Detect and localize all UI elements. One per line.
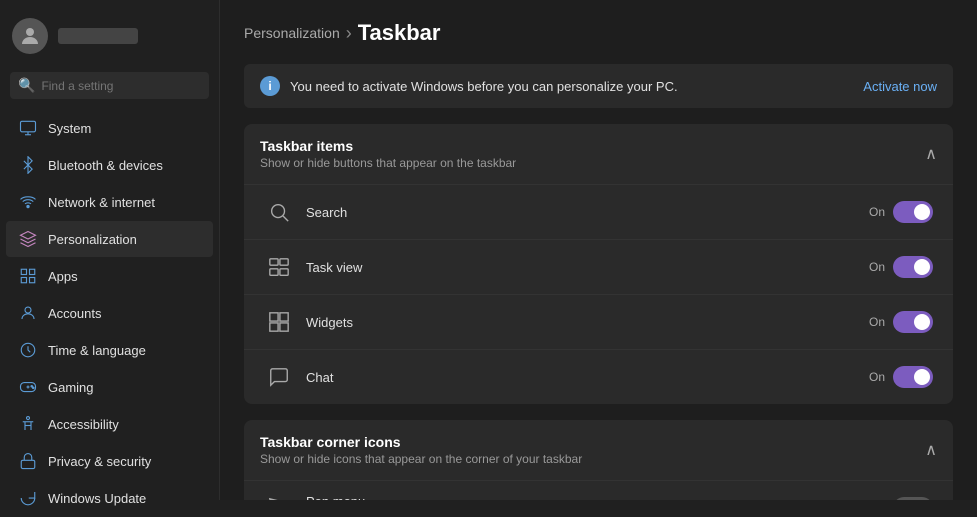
- banner-left: i You need to activate Windows before yo…: [260, 76, 678, 96]
- network-icon: [18, 192, 38, 212]
- gaming-icon: [18, 377, 38, 397]
- accessibility-icon: [18, 414, 38, 434]
- sidebar-item-label-accounts: Accounts: [48, 306, 101, 321]
- taskbar-items-subtitle: Show or hide buttons that appear on the …: [260, 156, 516, 170]
- widgets-toggle-knob: [914, 314, 930, 330]
- pen_menu-label-group: Pen menu Show pen menu icon when pen is …: [306, 494, 869, 501]
- taskbar-items-title-group: Taskbar items Show or hide buttons that …: [260, 138, 516, 170]
- search-toggle[interactable]: [893, 201, 933, 223]
- chat-label: Chat: [306, 370, 869, 385]
- sidebar-item-label-gaming: Gaming: [48, 380, 94, 395]
- sidebar-item-accounts[interactable]: Accounts: [6, 295, 213, 331]
- taskbar-corner-list: Pen menu Show pen menu icon when pen is …: [244, 481, 953, 500]
- widgets-toggle-state: On: [869, 315, 885, 329]
- chat-toggle[interactable]: [893, 366, 933, 388]
- taskbar-item-chat: Chat On: [244, 350, 953, 404]
- widgets-toggle-area: On: [869, 311, 933, 333]
- sidebar-item-label-network: Network & internet: [48, 195, 155, 210]
- taskbar-items-title: Taskbar items: [260, 138, 516, 154]
- user-profile: [0, 10, 219, 62]
- chat-toggle-area: On: [869, 366, 933, 388]
- page-title: Taskbar: [358, 20, 441, 46]
- sidebar-item-privacy[interactable]: Privacy & security: [6, 443, 213, 479]
- task_view-toggle-area: On: [869, 256, 933, 278]
- sidebar-item-update[interactable]: Windows Update: [6, 480, 213, 516]
- sidebar-item-label-privacy: Privacy & security: [48, 454, 151, 469]
- taskbar-corner-subtitle: Show or hide icons that appear on the co…: [260, 452, 582, 466]
- breadcrumb-parent[interactable]: Personalization: [244, 25, 340, 41]
- taskbar-corner-section: Taskbar corner icons Show or hide icons …: [244, 420, 953, 500]
- update-icon: [18, 488, 38, 508]
- activation-banner: i You need to activate Windows before yo…: [244, 64, 953, 108]
- search-icon: 🔍: [18, 77, 35, 94]
- sidebar-item-network[interactable]: Network & internet: [6, 184, 213, 220]
- pen_menu-icon: [264, 493, 294, 500]
- sidebar-item-label-accessibility: Accessibility: [48, 417, 119, 432]
- search-toggle-state: On: [869, 205, 885, 219]
- sidebar-item-label-bluetooth: Bluetooth & devices: [48, 158, 163, 173]
- sidebar-item-accessibility[interactable]: Accessibility: [6, 406, 213, 442]
- time-icon: [18, 340, 38, 360]
- corner-item-pen_menu: Pen menu Show pen menu icon when pen is …: [244, 481, 953, 500]
- task_view-label: Task view: [306, 260, 869, 275]
- widgets-label: Widgets: [306, 315, 869, 330]
- activate-now-button[interactable]: Activate now: [863, 79, 937, 94]
- sidebar: 🔍 System Bluetooth & devices Network & i…: [0, 0, 220, 500]
- username-placeholder: [58, 28, 138, 44]
- sidebar-item-system[interactable]: System: [6, 110, 213, 146]
- main-content: Personalization › Taskbar i You need to …: [220, 0, 977, 500]
- sidebar-item-label-personalization: Personalization: [48, 232, 137, 247]
- sidebar-item-bluetooth[interactable]: Bluetooth & devices: [6, 147, 213, 183]
- search-box[interactable]: 🔍: [10, 72, 209, 99]
- sidebar-item-personalization[interactable]: Personalization: [6, 221, 213, 257]
- sidebar-item-time[interactable]: Time & language: [6, 332, 213, 368]
- chat-icon: [264, 362, 294, 392]
- sidebar-item-label-apps: Apps: [48, 269, 78, 284]
- search-label: Search: [306, 205, 869, 220]
- taskbar-corner-title-group: Taskbar corner icons Show or hide icons …: [260, 434, 582, 466]
- pen_menu-label: Pen menu: [306, 494, 869, 501]
- task_view-toggle-state: On: [869, 260, 885, 274]
- system-icon: [18, 118, 38, 138]
- taskbar-corner-header: Taskbar corner icons Show or hide icons …: [244, 420, 953, 481]
- task_view-toggle[interactable]: [893, 256, 933, 278]
- taskbar-item-search: Search On: [244, 185, 953, 240]
- task_view-icon: [264, 252, 294, 282]
- activation-message: You need to activate Windows before you …: [290, 79, 678, 94]
- taskbar-items-collapse-button[interactable]: ∧: [925, 144, 937, 164]
- sidebar-item-gaming[interactable]: Gaming: [6, 369, 213, 405]
- taskbar-items-header: Taskbar items Show or hide buttons that …: [244, 124, 953, 185]
- search-toggle-area: On: [869, 201, 933, 223]
- search-icon: [264, 197, 294, 227]
- taskbar-corner-collapse-button[interactable]: ∧: [925, 440, 937, 460]
- chat-toggle-knob: [914, 369, 930, 385]
- taskbar-corner-title: Taskbar corner icons: [260, 434, 582, 450]
- task_view-toggle-knob: [914, 259, 930, 275]
- breadcrumb: Personalization › Taskbar: [244, 20, 953, 46]
- widgets-icon: [264, 307, 294, 337]
- nav-list: System Bluetooth & devices Network & int…: [0, 109, 219, 517]
- sidebar-item-label-time: Time & language: [48, 343, 146, 358]
- avatar: [12, 18, 48, 54]
- taskbar-item-task_view: Task view On: [244, 240, 953, 295]
- personalization-icon: [18, 229, 38, 249]
- sidebar-item-label-update: Windows Update: [48, 491, 146, 506]
- search-toggle-knob: [914, 204, 930, 220]
- accounts-icon: [18, 303, 38, 323]
- chat-toggle-state: On: [869, 370, 885, 384]
- taskbar-item-widgets: Widgets On: [244, 295, 953, 350]
- taskbar-items-list: Search On Task view On Widgets On Chat: [244, 185, 953, 404]
- sidebar-item-label-system: System: [48, 121, 91, 136]
- search-input[interactable]: [41, 79, 201, 93]
- breadcrumb-separator: ›: [346, 23, 352, 44]
- bluetooth-icon: [18, 155, 38, 175]
- apps-icon: [18, 266, 38, 286]
- info-icon: i: [260, 76, 280, 96]
- sidebar-item-apps[interactable]: Apps: [6, 258, 213, 294]
- privacy-icon: [18, 451, 38, 471]
- taskbar-items-section: Taskbar items Show or hide buttons that …: [244, 124, 953, 404]
- widgets-toggle[interactable]: [893, 311, 933, 333]
